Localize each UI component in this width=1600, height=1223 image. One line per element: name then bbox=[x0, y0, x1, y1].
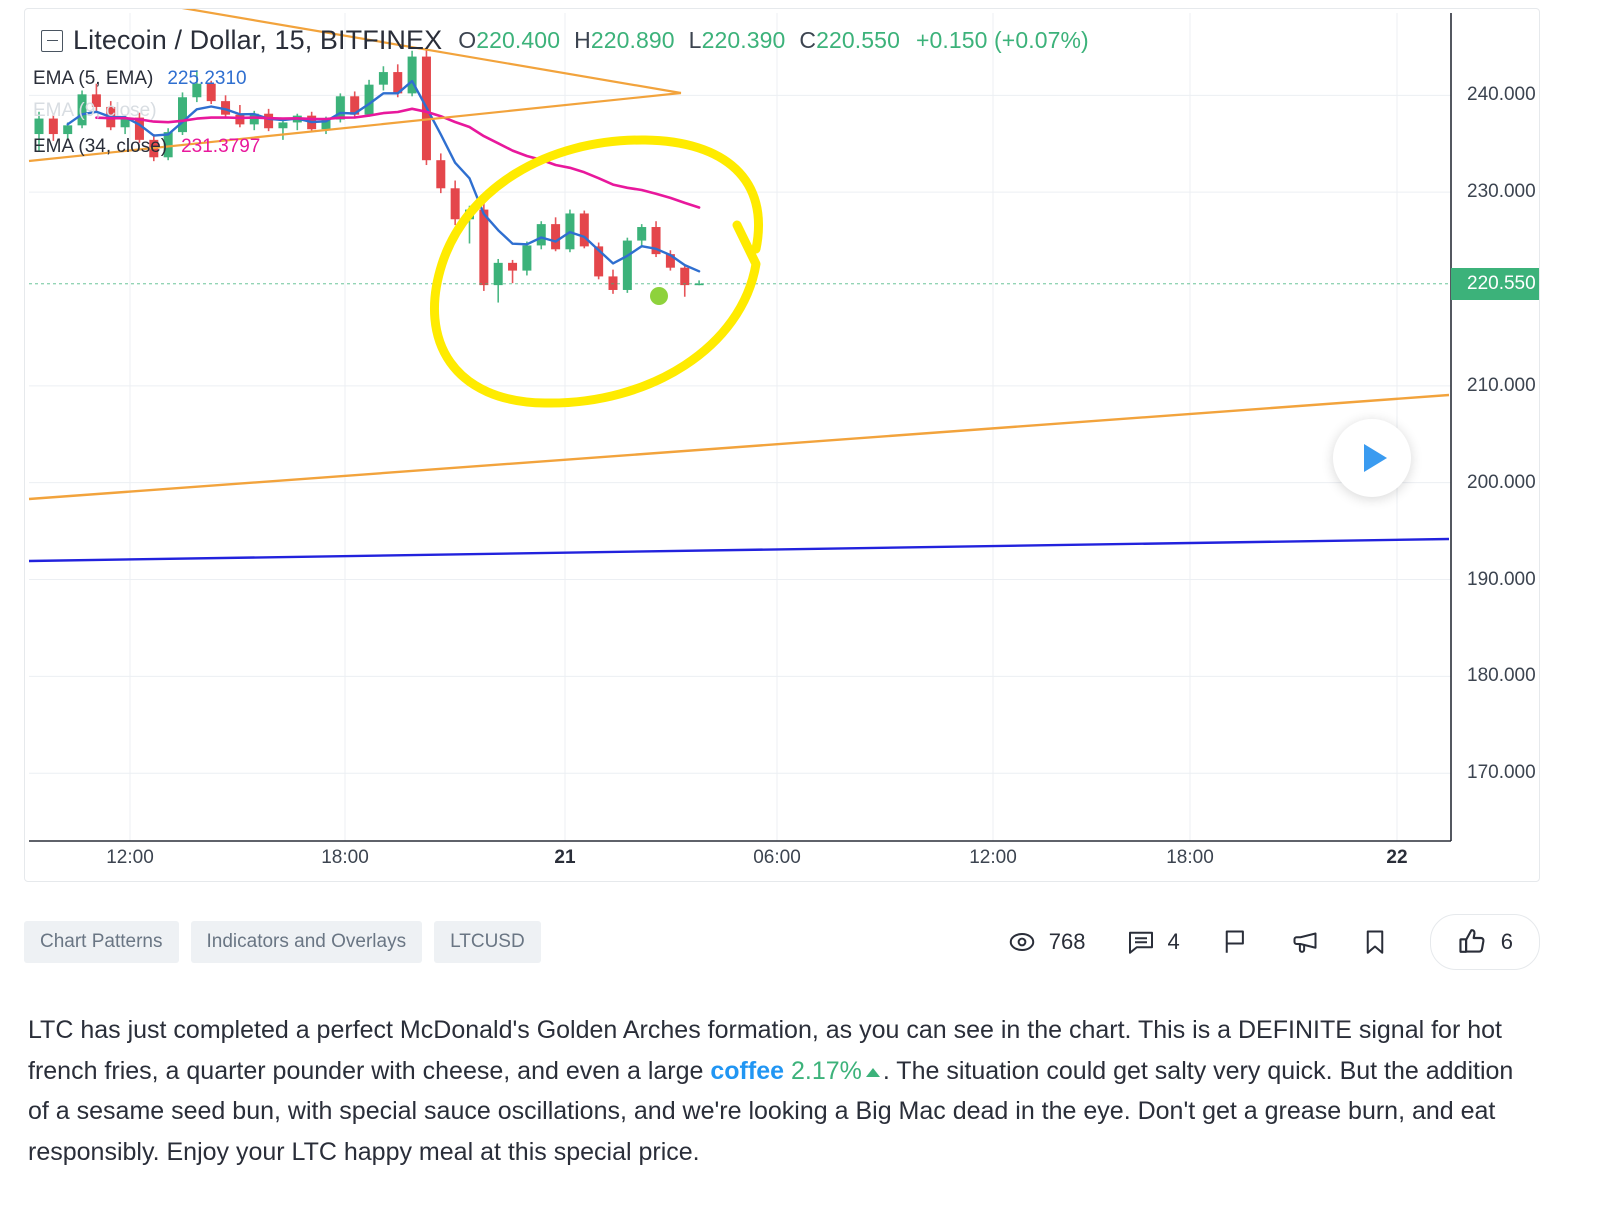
indicator-ema-5-label: EMA (5, EMA) bbox=[33, 68, 154, 89]
time-tick: 21 bbox=[554, 847, 576, 868]
time-tick: 22 bbox=[1386, 847, 1408, 868]
price-axis[interactable]: 240.000 230.000 210.000 200.000 190.000 180.0… bbox=[1451, 9, 1539, 881]
price-tick: 200.000 bbox=[1467, 471, 1536, 493]
time-tick: 06:00 bbox=[753, 847, 801, 868]
bookmark-icon bbox=[1366, 930, 1383, 954]
price-tick: 190.000 bbox=[1467, 568, 1536, 590]
indicator-ema-34[interactable]: EMA (34, close) 231.3797 bbox=[33, 136, 260, 158]
price-tick: 230.000 bbox=[1467, 181, 1536, 203]
tag-ltcusd[interactable]: LTCUSD bbox=[434, 921, 541, 963]
arrow-up-icon bbox=[865, 1067, 880, 1077]
idea-page: Litecoin / Dollar, 15, BITFINEX O220.400… bbox=[0, 0, 1600, 1223]
price-tick: 180.000 bbox=[1467, 665, 1536, 687]
idea-description: LTC has just completed a perfect McDonal… bbox=[28, 1010, 1528, 1172]
price-tick: 240.000 bbox=[1467, 84, 1536, 106]
share-idea-button[interactable] bbox=[1290, 927, 1320, 957]
comments-stat[interactable]: 4 bbox=[1126, 927, 1180, 957]
indicator-ema-5[interactable]: EMA (5, EMA) 225.2310 bbox=[33, 68, 247, 90]
indicator-ema-34-value: 231.3797 bbox=[181, 136, 261, 157]
indicator-ema-34-label: EMA (34, close) bbox=[33, 136, 168, 157]
tag-chart-patterns[interactable]: Chart Patterns bbox=[24, 921, 179, 963]
coffee-link[interactable]: coffee bbox=[710, 1057, 784, 1085]
views-count: 768 bbox=[1048, 929, 1086, 954]
eye-icon bbox=[1009, 932, 1035, 952]
like-button[interactable]: 6 bbox=[1429, 914, 1540, 970]
time-tick: 12:00 bbox=[106, 847, 154, 868]
time-tick: 18:00 bbox=[321, 847, 369, 868]
indicator-ema-9-label: EMA (9, close) bbox=[33, 100, 157, 121]
coffee-change-percent: 2.17% bbox=[790, 1056, 862, 1085]
indicator-ema-9[interactable]: EMA (9, close) bbox=[33, 100, 157, 122]
price-tick: 210.000 bbox=[1467, 374, 1536, 396]
comment-icon bbox=[1128, 931, 1153, 954]
tag-indicators-and-overlays[interactable]: Indicators and Overlays bbox=[190, 921, 423, 963]
tag-list: Chart Patterns Indicators and Overlays L… bbox=[24, 921, 541, 963]
megaphone-icon bbox=[1293, 932, 1317, 953]
chart-card[interactable]: Litecoin / Dollar, 15, BITFINEX O220.400… bbox=[24, 8, 1540, 882]
comments-count: 4 bbox=[1167, 929, 1180, 954]
stats-list: 768 4 6 bbox=[1007, 914, 1540, 970]
play-icon bbox=[1363, 444, 1387, 472]
views-stat[interactable]: 768 bbox=[1007, 927, 1086, 957]
indicator-ema-5-value: 225.2310 bbox=[167, 68, 247, 89]
price-tick: 170.000 bbox=[1467, 762, 1536, 784]
flag-icon bbox=[1225, 930, 1244, 953]
time-tick: 18:00 bbox=[1166, 847, 1214, 868]
time-tick: 12:00 bbox=[969, 847, 1017, 868]
flag-button[interactable] bbox=[1220, 927, 1250, 957]
like-count: 6 bbox=[1500, 929, 1513, 954]
thumbs-up-icon bbox=[1459, 929, 1485, 953]
bookmark-button[interactable] bbox=[1360, 927, 1390, 957]
meta-bar: Chart Patterns Indicators and Overlays L… bbox=[24, 908, 1540, 976]
current-price-badge[interactable]: 220.550 bbox=[1451, 267, 1539, 300]
play-button[interactable] bbox=[1333, 419, 1411, 497]
